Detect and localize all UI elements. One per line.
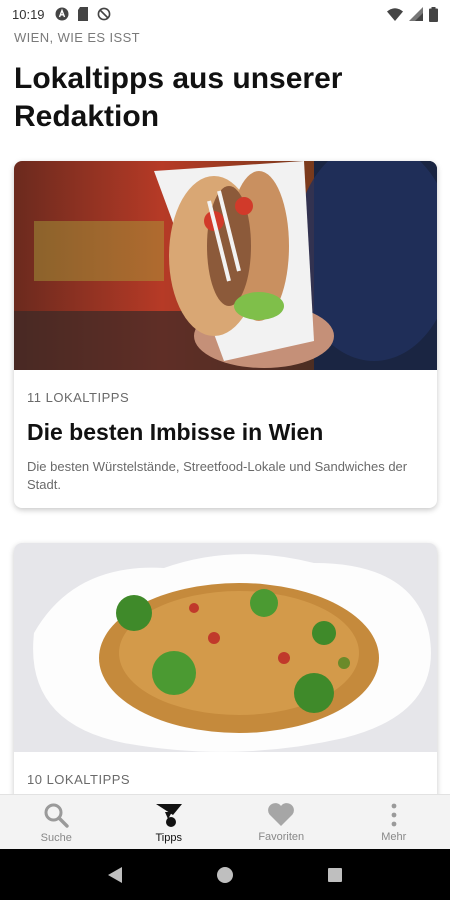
heart-icon: [268, 803, 295, 826]
card-description: Die besten Würstelstände, Streetfood-Lok…: [27, 459, 408, 492]
nav-item-favoriten[interactable]: Favoriten: [225, 795, 338, 850]
more-vertical-icon: [391, 803, 397, 826]
bottom-navigation: Suche Tipps Favoriten Mehr: [0, 794, 450, 850]
search-icon: [44, 803, 69, 828]
couscous-salad-photo: [14, 543, 437, 752]
wifi-icon: [387, 7, 403, 21]
nav-label-favoriten: Favoriten: [258, 831, 305, 843]
system-navigation-bar: [0, 849, 450, 900]
recents-icon[interactable]: [327, 867, 343, 883]
card-count: 10 LOKALTIPPS: [27, 772, 131, 787]
do-not-disturb-icon: [97, 7, 110, 21]
nav-label-tipps: Tipps: [155, 831, 183, 844]
sd-card-icon: [77, 7, 88, 21]
nav-label-mehr: Mehr: [381, 830, 407, 843]
card-title: Die besten Imbisse in Wien: [27, 419, 324, 445]
back-icon[interactable]: [107, 866, 123, 884]
nav-item-mehr[interactable]: Mehr: [338, 795, 450, 850]
nav-item-suche[interactable]: Suche: [0, 795, 113, 850]
status-time: 10:19: [12, 6, 45, 22]
nav-item-tipps[interactable]: Tipps: [113, 795, 226, 850]
signal-icon: [409, 7, 423, 21]
nav-label-suche: Suche: [40, 831, 72, 844]
tipps-icon: [155, 803, 182, 827]
collection-card-imbisse[interactable]: 11 LOKALTIPPS Die besten Imbisse in Wien…: [14, 161, 437, 508]
notification-a-icon: [55, 7, 69, 21]
kebab-sandwich-photo: [14, 161, 437, 370]
status-bar: 10:19: [0, 0, 450, 28]
section-kicker: WIEN, WIE ES ISST: [14, 30, 140, 45]
battery-icon: [429, 6, 438, 22]
card-count: 11 LOKALTIPPS: [27, 390, 130, 405]
home-icon[interactable]: [216, 866, 234, 884]
page-title: Lokaltipps aus unserer Redaktion: [14, 62, 343, 133]
